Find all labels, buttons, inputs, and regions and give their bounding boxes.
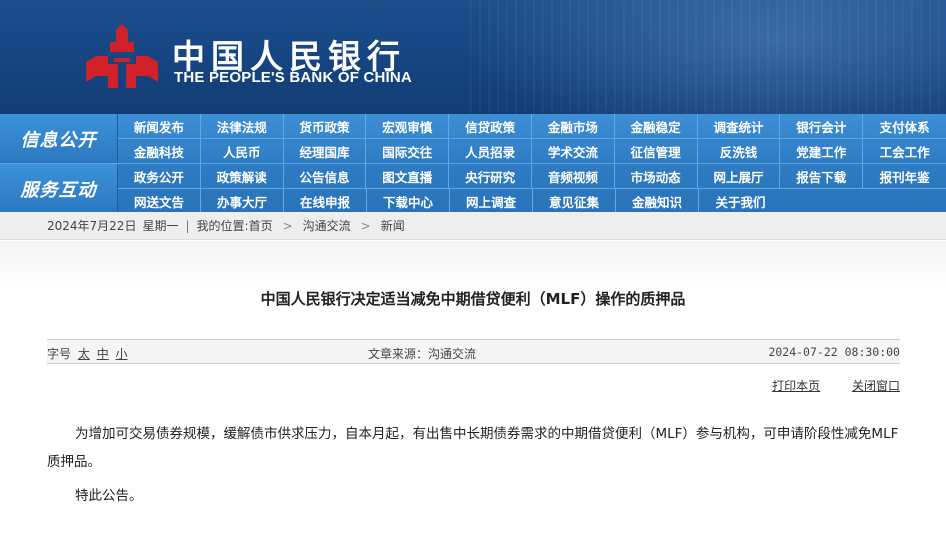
article-body: 为增加可交易债券规模，缓解债市供求压力，自本月起，有出售中长期债券需求的中期借贷… [47,420,900,510]
pboc-logo-icon[interactable] [84,22,160,92]
nav-row: 新闻发布 法律法规 货币政策 宏观审慎 信贷政策 金融市场 金融稳定 调查统计 … [118,114,946,138]
font-size-label: 字号 [47,347,72,361]
nav-item-union-work[interactable]: 工会工作 [863,139,946,163]
breadcrumb-separator: | [185,218,190,233]
article-meta-bar: 字号 太 中 小 文章来源：沟通交流 2024-07-22 08:30:00 [47,339,900,364]
breadcrumb-news-link[interactable]: 新闻 [381,217,405,234]
nav-item-fintech[interactable]: 金融科技 [118,139,201,163]
nav-item-announcements[interactable]: 公告信息 [284,164,367,188]
nav-item-financial-market[interactable]: 金融市场 [532,114,615,138]
font-size-medium-link[interactable]: 中 [97,347,109,361]
nav-item-rmb[interactable]: 人民币 [201,139,284,163]
article-title: 中国人民银行决定适当减免中期借贷便利（MLF）操作的质押品 [260,290,686,308]
nav-item-monetary-policy[interactable]: 货币政策 [284,114,367,138]
nav-item-payment-system[interactable]: 支付体系 [863,114,946,138]
nav-item-service-hall[interactable]: 办事大厅 [201,189,284,213]
close-window-link[interactable]: 关闭窗口 [852,379,900,393]
nav-item-party-building[interactable]: 党建工作 [780,139,864,163]
chevron-right-icon: > [282,218,293,233]
nav-item-report-download[interactable]: 报告下载 [780,164,864,188]
font-size-large-link[interactable]: 太 [78,347,90,361]
nav-item-academic[interactable]: 学术交流 [532,139,615,163]
nav-item-download-center[interactable]: 下载中心 [367,189,450,213]
nav-item-audio-video[interactable]: 音频视频 [532,164,615,188]
print-page-link[interactable]: 打印本页 [772,379,820,393]
font-size-controls: 字号 太 中 小 [47,345,128,362]
nav-item-laws[interactable]: 法律法规 [201,114,284,138]
nav-item-yearbooks[interactable]: 报刊年鉴 [863,164,946,188]
nav-item-news-release[interactable]: 新闻发布 [118,114,201,138]
nav-item-credit-policy[interactable]: 信贷政策 [449,114,532,138]
article-tools: 打印本页 关闭窗口 [744,377,900,394]
article-paragraph: 特此公告。 [75,488,143,504]
article-datetime: 2024-07-22 08:30:00 [768,345,900,359]
breadcrumb-communication-link[interactable]: 沟通交流 [303,217,351,234]
nav-item-documents[interactable]: 网送文告 [118,189,201,213]
chevron-right-icon: > [360,218,371,233]
nav-item-financial-stability[interactable]: 金融稳定 [615,114,698,138]
breadcrumb-home-link[interactable]: 首页 [249,217,273,234]
logo-english-name: THE PEOPLE'S BANK OF CHINA [174,69,412,86]
nav-item-opinion-collection[interactable]: 意见征集 [533,189,616,213]
nav-section-info: 信息公开 新闻发布 法律法规 货币政策 宏观审慎 信贷政策 金融市场 金融稳定 … [0,114,946,163]
nav-item-about-us[interactable]: 关于我们 [699,189,782,213]
article-paragraph: 为增加可交易债券规模，缓解债市供求压力，自本月起，有出售中长期债券需求的中期借贷… [47,426,899,470]
nav-item-recruitment[interactable]: 人员招录 [449,139,532,163]
nav-item-online-survey[interactable]: 网上调查 [450,189,533,213]
site-header: 中国人民银行 THE PEOPLE'S BANK OF CHINA [0,0,946,114]
nav-item-bank-accounting[interactable]: 银行会计 [780,114,864,138]
nav-item-statistics[interactable]: 调查统计 [698,114,781,138]
nav-section-service: 服务互动 政务公开 政策解读 公告信息 图文直播 央行研究 音频视频 市场动态 … [0,163,946,213]
source-label: 文章来源： [368,347,429,361]
nav-item-anti-money-laundering[interactable]: 反洗钱 [698,139,781,163]
breadcrumb: 2024年7月22日 星期一 | 我的位置: 首页 > 沟通交流 > 新闻 [0,212,946,240]
article-source: 文章来源：沟通交流 [368,345,476,362]
location-label: 我的位置: [196,219,249,233]
current-weekday: 星期一 [142,219,179,233]
nav-section-label: 信息公开 [0,114,118,163]
header-texture [470,0,946,114]
nav-item-live-broadcast[interactable]: 图文直播 [366,164,450,188]
source-value: 沟通交流 [428,347,477,361]
nav-row: 金融科技 人民币 经理国库 国际交往 人员招录 学术交流 征信管理 反洗钱 党建… [118,139,946,163]
nav-item-credit-reference[interactable]: 征信管理 [615,139,698,163]
nav-item-macroprudential[interactable]: 宏观审慎 [366,114,450,138]
current-date: 2024年7月22日 [47,219,137,233]
nav-item-international[interactable]: 国际交往 [366,139,450,163]
nav-row: 网送文告 办事大厅 在线申报 下载中心 网上调查 意见征集 金融知识 关于我们 [118,189,946,213]
nav-section-label: 服务互动 [0,164,118,213]
nav-item-policy-interpretation[interactable]: 政策解读 [201,164,284,188]
nav-row: 政务公开 政策解读 公告信息 图文直播 央行研究 音频视频 市场动态 网上展厅 … [118,164,946,188]
nav-item-treasury[interactable]: 经理国库 [284,139,367,163]
main-navigation: 信息公开 新闻发布 法律法规 货币政策 宏观审慎 信贷政策 金融市场 金融稳定 … [0,114,946,213]
nav-item-research[interactable]: 央行研究 [449,164,532,188]
nav-item-market-news[interactable]: 市场动态 [615,164,698,188]
nav-item-financial-knowledge[interactable]: 金融知识 [616,189,699,213]
font-size-small-link[interactable]: 小 [116,347,128,361]
nav-item-government-affairs[interactable]: 政务公开 [118,164,201,188]
nav-item-online-filing[interactable]: 在线申报 [284,189,367,213]
nav-item-online-exhibition[interactable]: 网上展厅 [698,164,781,188]
